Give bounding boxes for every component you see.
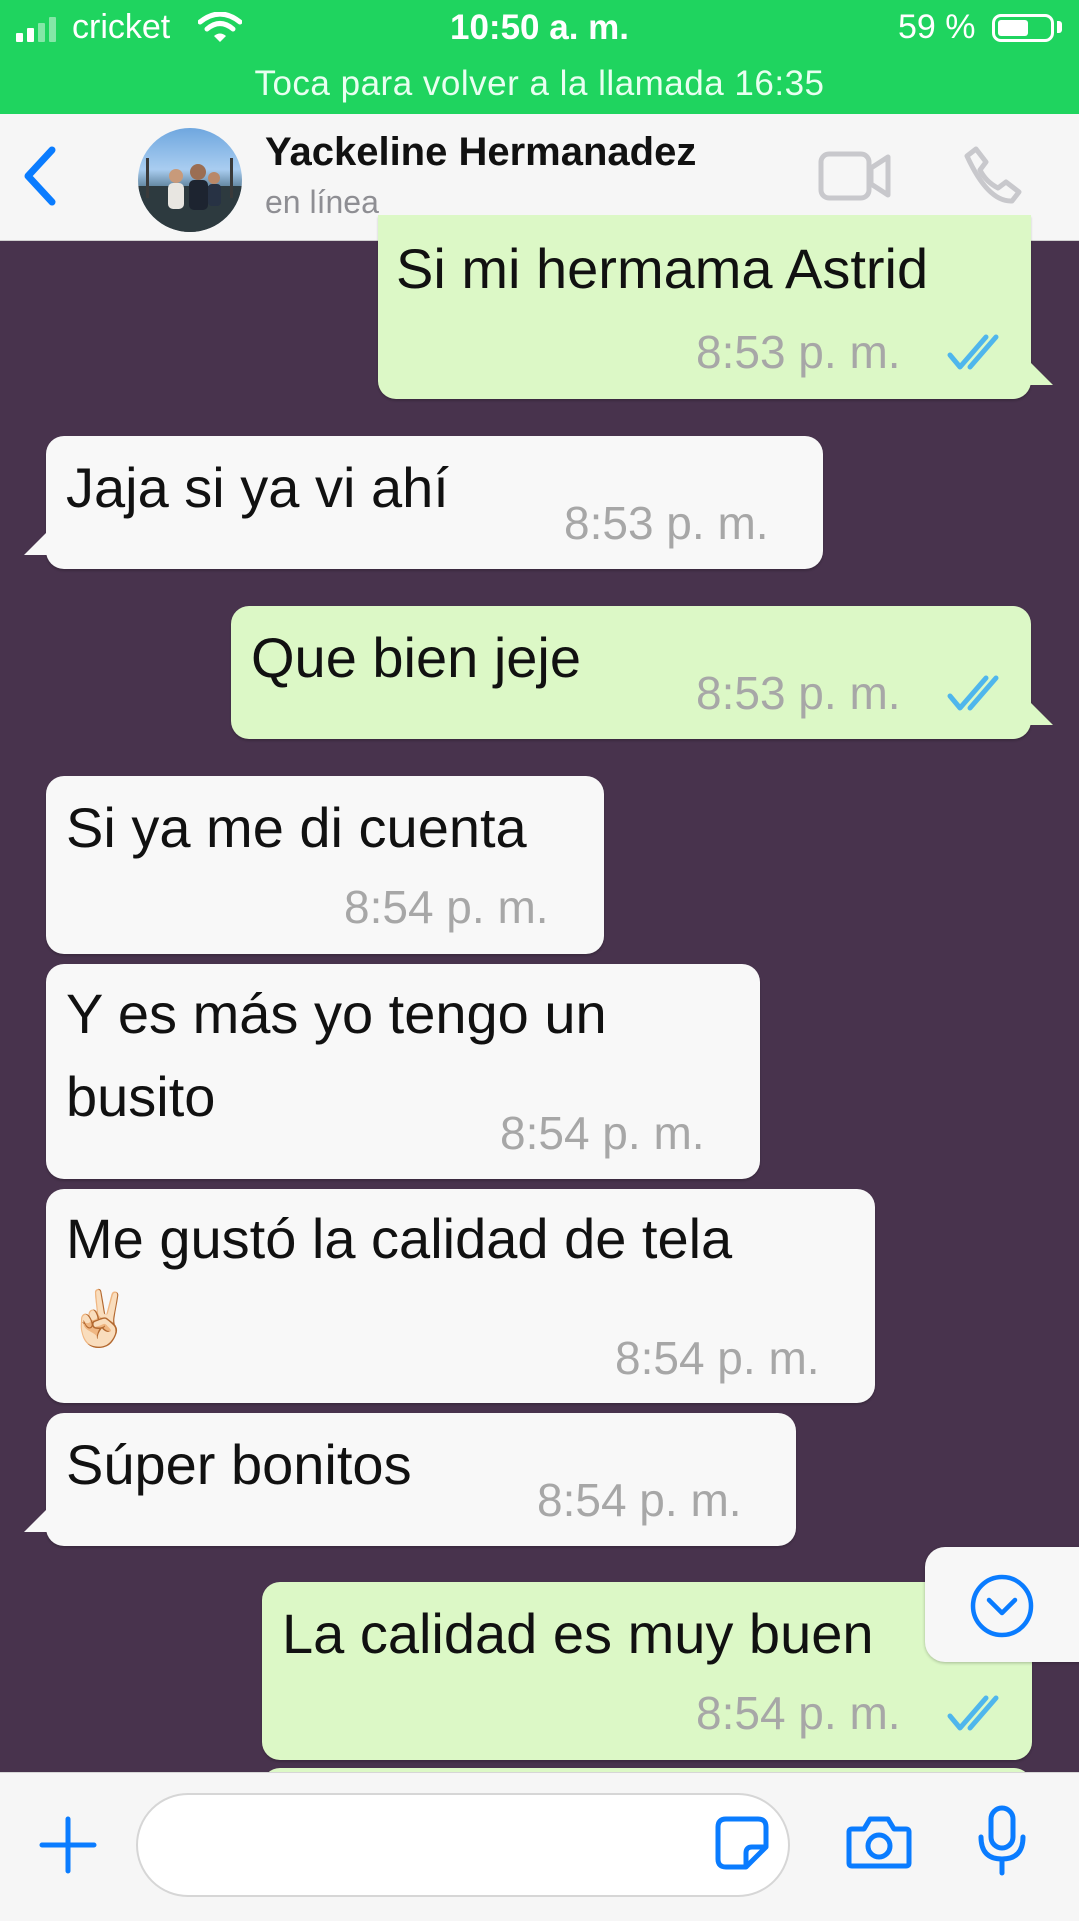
message-time: 8:54 p. m. [500,1107,705,1159]
camera-icon[interactable] [846,1813,912,1871]
message-text: Si mi hermama Astrid [396,237,929,300]
incoming-message[interactable]: Me gustó la calidad de tela ✌🏻 8:54 p. m… [46,1189,875,1403]
sticker-icon[interactable] [714,1815,770,1871]
message-time: 8:54 p. m. [344,881,549,933]
message-text-line: Y es más yo tengo un [66,982,607,1045]
message-text: Jaja si ya vi ahí [66,456,449,519]
contact-status: en línea [265,184,379,220]
message-time: 8:54 p. m. [615,1332,820,1384]
phone-call-icon[interactable] [962,144,1024,206]
incoming-message[interactable]: Si ya me di cuenta 8:54 p. m. [46,776,604,954]
incoming-message[interactable]: Jaja si ya vi ahí 8:53 p. m. [24,436,823,569]
call-return-banner[interactable]: cricket 10:50 a. m. 59 % Toca para volve… [0,0,1079,114]
back-chevron-icon[interactable] [20,144,60,208]
message-time: 8:53 p. m. [696,667,901,719]
outgoing-message[interactable]: La calidad es muy buen 8:54 p. m. [262,1582,1032,1760]
contact-name[interactable]: Yackeline Hermanadez [265,130,696,175]
scroll-to-bottom-button[interactable] [925,1547,1079,1662]
battery-icon [992,14,1054,42]
battery-percentage: 59 % [898,8,976,46]
plus-icon[interactable] [36,1813,100,1877]
video-call-icon[interactable] [818,148,892,204]
message-text-line: Me gustó la calidad de tela [66,1207,733,1270]
message-text: Súper bonitos [66,1433,412,1496]
outgoing-message[interactable]: Que bien jeje 8:53 p. m. [231,606,1053,739]
message-text: Si ya me di cuenta [66,796,527,859]
message-text: Que bien jeje [251,626,582,689]
outgoing-message[interactable]: Si mi hermama Astrid 8:53 p. m. [378,215,1053,399]
chevron-down-circle-icon [970,1574,1034,1638]
read-ticks-icon [947,675,999,711]
message-time: 8:53 p. m. [696,326,901,378]
message-input-bar [0,1772,1079,1921]
message-text: La calidad es muy buen [282,1602,874,1665]
read-ticks-icon [947,1695,999,1731]
message-time: 8:54 p. m. [537,1474,742,1526]
incoming-message[interactable]: Y es más yo tengo un busito 8:54 p. m. [46,964,760,1179]
emoji-victory-hand: ✌🏻 [66,1289,134,1349]
return-to-call-text[interactable]: Toca para volver a la llamada 16:35 [0,64,1079,104]
message-time: 8:53 p. m. [564,497,769,549]
incoming-message[interactable]: Súper bonitos 8:54 p. m. [24,1413,796,1546]
read-ticks-icon [947,334,999,370]
message-text-line: busito [66,1065,216,1128]
message-input[interactable] [136,1793,790,1897]
microphone-icon[interactable] [976,1805,1028,1877]
message-time: 8:54 p. m. [696,1687,901,1739]
contact-avatar[interactable] [138,128,242,232]
battery-nub [1057,21,1062,33]
